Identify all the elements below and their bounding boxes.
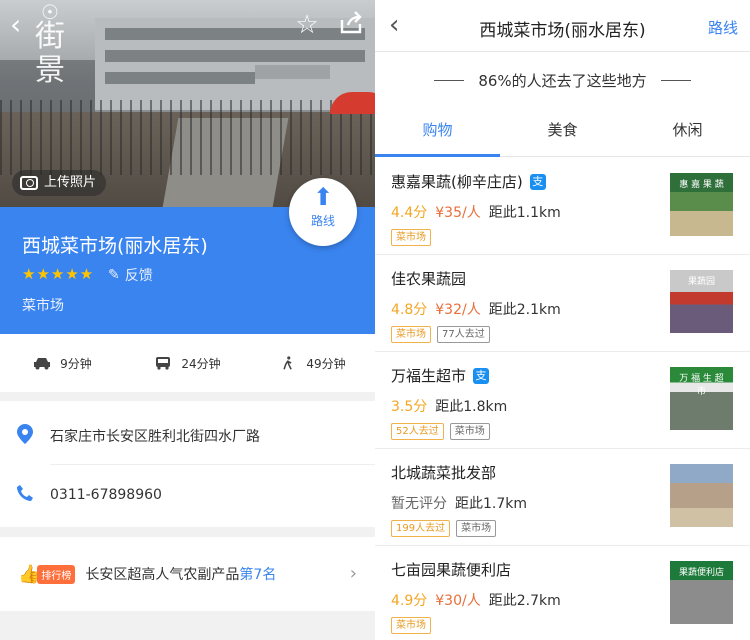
item-name: 万福生超市 [391, 367, 467, 385]
item-distance: 距此2.1km [488, 302, 561, 318]
list-item[interactable]: 惠嘉果蔬(柳辛庄店) 支 4.4分 ¥35/人 距此1.1km 菜市场 惠 嘉 果 蔬 [375, 158, 750, 255]
street-view-icon: ☉ [41, 0, 59, 24]
chevron-right-icon: › [349, 563, 357, 584]
ranking-badge: 👍 排行榜 [18, 564, 76, 585]
tab-shopping[interactable]: 购物 [375, 107, 500, 157]
travel-mode-car[interactable]: 9分钟 [0, 334, 125, 392]
location-pin-icon [0, 423, 50, 449]
nav-bar: ‹ 西城菜市场(丽水居东) 路线 [375, 0, 750, 52]
item-name: 佳农果蔬园 [391, 270, 467, 288]
address-text: 石家庄市长安区胜利北街四水厂路 [50, 429, 260, 445]
street-view-label[interactable]: ☉ 街景 [30, 0, 70, 88]
back-button[interactable]: ‹ [10, 10, 34, 40]
item-tag: 77人去过 [437, 326, 490, 343]
list-item[interactable]: 万福生超市支 3.5分 距此1.8km 52人去过 菜市场 万 福 生 超 市 [375, 352, 750, 449]
place-category: 菜市场 [22, 298, 64, 314]
decorative-line [660, 79, 691, 81]
item-tag: 菜市场 [449, 423, 490, 440]
alipay-icon: 支 [529, 173, 546, 190]
item-score: 暂无评分 [391, 496, 447, 512]
contact-section: 石家庄市长安区胜利北街四水厂路 0311-67898960 [0, 401, 375, 527]
item-tag: 菜市场 [456, 520, 497, 537]
nearby-places-panel: ‹ 西城菜市场(丽水居东) 路线 86%的人还去了这些地方 购物 美食 休闲 惠… [375, 0, 750, 640]
item-price: ¥30/人 [435, 593, 481, 609]
item-thumbnail [670, 464, 733, 527]
walk-icon [283, 356, 293, 370]
item-score: 4.9分 [391, 593, 428, 609]
place-name: 西城菜市场(丽水居东) [22, 235, 208, 257]
item-price: ¥35/人 [435, 205, 481, 221]
place-list: 惠嘉果蔬(柳辛庄店) 支 4.4分 ¥35/人 距此1.1km 菜市场 惠 嘉 果 蔬… [375, 158, 750, 640]
upload-photo-button[interactable]: 上传照片 [12, 170, 107, 196]
item-thumbnail: 万 福 生 超 市 [670, 367, 733, 430]
item-price: ¥32/人 [435, 302, 481, 318]
item-score: 4.4分 [391, 205, 428, 221]
item-score: 3.5分 [391, 399, 428, 415]
screen: ☉ 街景 ‹ ☆ 上传照片 西城菜市场(丽水居东) ★★★★★ ✎ 反馈 菜市场… [0, 0, 750, 640]
item-distance: 距此1.1km [488, 205, 561, 221]
item-name: 北城蔬菜批发部 [391, 464, 497, 482]
item-distance: 距此1.7km [455, 496, 528, 512]
travel-mode-bus[interactable]: 24分钟 [125, 334, 250, 392]
item-score: 4.8分 [391, 302, 428, 318]
travel-times: 9分钟 24分钟 49分钟 [0, 334, 375, 392]
camera-icon [20, 176, 38, 190]
page-title: 西城菜市场(丽水居东) [479, 21, 646, 41]
item-tag: 52人去过 [391, 423, 444, 440]
edit-icon: ✎ [108, 267, 120, 283]
car-icon [34, 358, 51, 370]
item-thumbnail: 果蔬园 [670, 270, 733, 333]
route-arrow-icon: ⬆ [312, 183, 334, 211]
ranking-row[interactable]: 👍 排行榜 长安区超高人气农副产品第7名 › [0, 537, 375, 611]
tab-food[interactable]: 美食 [500, 107, 625, 156]
recommendation-banner: 86%的人还去了这些地方 [375, 53, 750, 107]
tab-leisure[interactable]: 休闲 [625, 107, 750, 156]
travel-mode-walk[interactable]: 49分钟 [250, 334, 375, 392]
feedback-link[interactable]: ✎ 反馈 [108, 265, 153, 285]
share-icon[interactable] [338, 10, 366, 40]
place-detail-panel: ☉ 街景 ‹ ☆ 上传照片 西城菜市场(丽水居东) ★★★★★ ✎ 反馈 菜市场… [0, 0, 375, 640]
list-item[interactable]: 佳农果蔬园 4.8分 ¥32/人 距此2.1km 菜市场 77人去过 果蔬园 [375, 255, 750, 352]
route-button[interactable]: ⬆ 路线 [289, 178, 357, 246]
phone-icon [0, 484, 50, 507]
item-name: 惠嘉果蔬(柳辛庄店) [391, 173, 523, 191]
bus-icon [156, 357, 171, 370]
item-tag: 菜市场 [391, 617, 431, 634]
item-distance: 距此2.7km [488, 593, 561, 609]
decorative-line [434, 79, 465, 81]
item-tag: 菜市场 [391, 229, 431, 246]
item-thumbnail: 惠 嘉 果 蔬 [670, 173, 733, 236]
building [95, 18, 375, 113]
phone-number: 0311-67898960 [50, 487, 162, 503]
route-link[interactable]: 路线 [708, 17, 738, 38]
item-name: 七亩园果蔬便利店 [391, 561, 512, 579]
alipay-icon: 支 [473, 367, 490, 384]
item-thumbnail: 果蔬便利店 [670, 561, 733, 624]
category-tabs: 购物 美食 休闲 [375, 107, 750, 157]
phone-row[interactable]: 0311-67898960 [0, 465, 375, 525]
rating-stars: ★★★★★ [22, 265, 95, 283]
list-item[interactable]: 北城蔬菜批发部 暂无评分 距此1.7km 199人去过 菜市场 [375, 449, 750, 546]
address-row[interactable]: 石家庄市长安区胜利北街四水厂路 [0, 406, 375, 466]
list-item[interactable]: 七亩园果蔬便利店 4.9分 ¥30/人 距此2.7km 菜市场 果蔬便利店 [375, 546, 750, 640]
item-tag: 199人去过 [391, 520, 451, 537]
item-tag: 菜市场 [391, 326, 431, 343]
item-distance: 距此1.8km [435, 399, 508, 415]
favorite-star-icon[interactable]: ☆ [293, 10, 321, 40]
